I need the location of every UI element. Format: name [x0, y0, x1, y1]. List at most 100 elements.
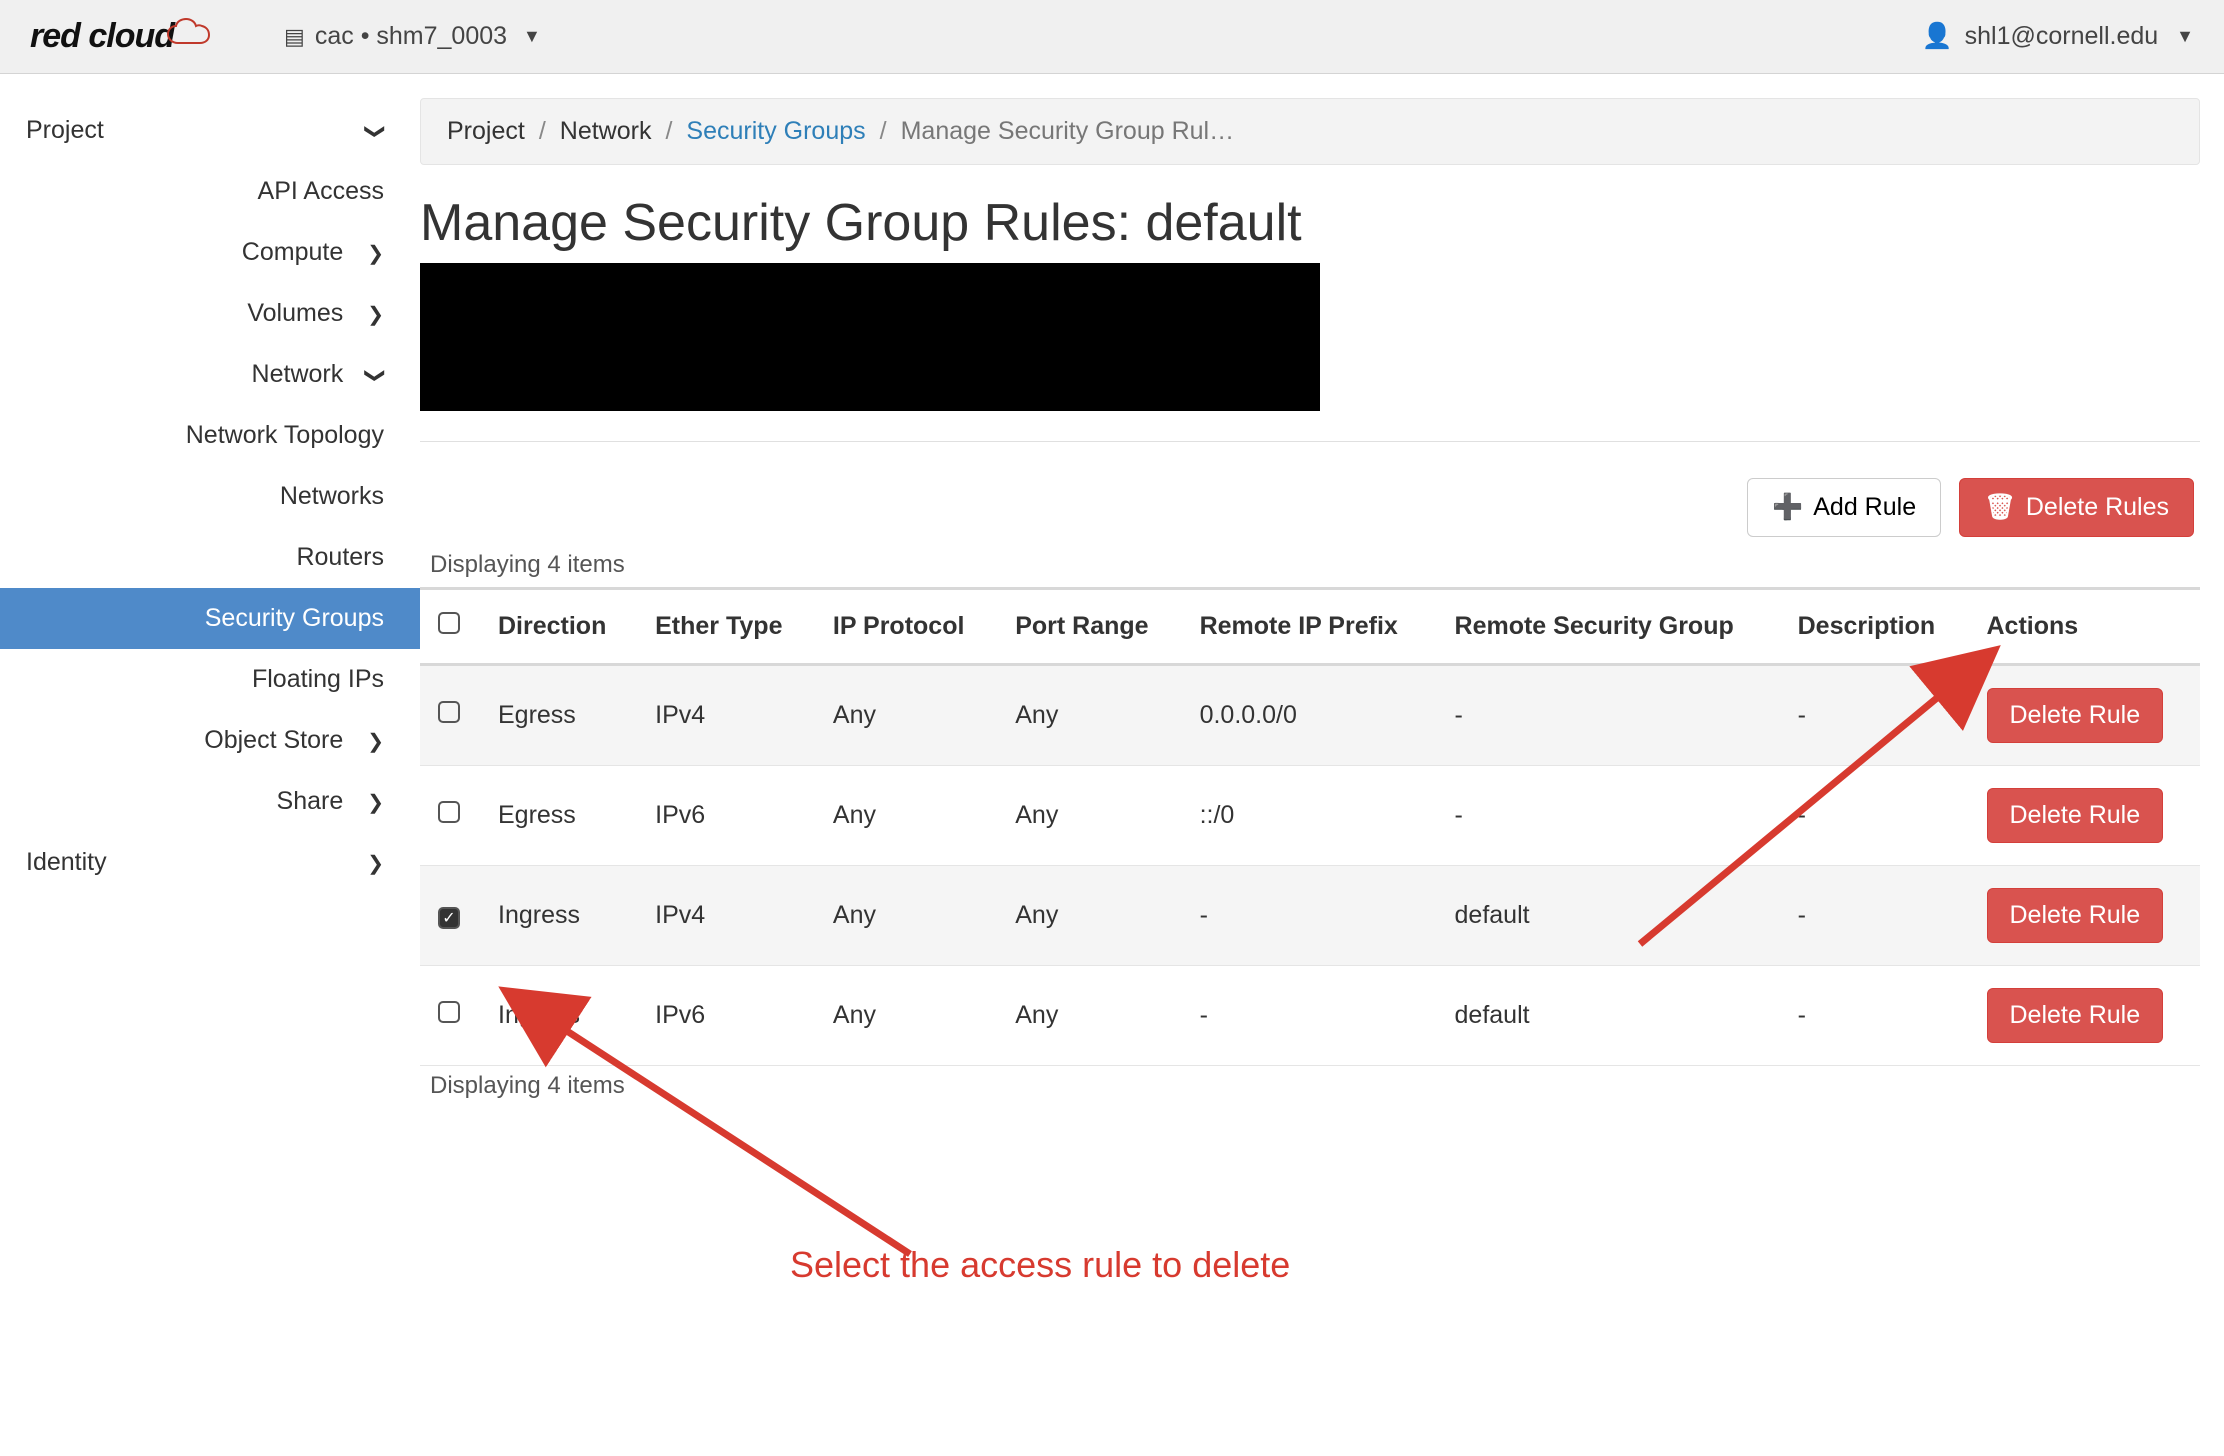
sidebar-label: Network	[252, 360, 344, 389]
chevron-right-icon	[367, 848, 384, 877]
project-switcher[interactable]: ▤ cac • shm7_0003 ▼	[284, 22, 541, 51]
cell-proto: Any	[815, 766, 997, 866]
cell-desc: -	[1780, 665, 1969, 766]
add-rule-label: Add Rule	[1813, 493, 1916, 522]
sidebar-label: Compute	[242, 238, 343, 267]
sidebar-label: Volumes	[247, 299, 343, 328]
chevron-down-icon	[367, 360, 384, 389]
list-icon: ▤	[284, 24, 305, 50]
cell-desc: -	[1780, 966, 1969, 1066]
annotation-label: Select the access rule to delete	[790, 1244, 1290, 1286]
chevron-right-icon	[367, 726, 384, 755]
cell-prefix: -	[1182, 866, 1437, 966]
sidebar-item-volumes[interactable]: Volumes	[0, 283, 420, 344]
sidebar-item-api-access[interactable]: API Access	[0, 161, 420, 222]
row-checkbox[interactable]	[438, 701, 460, 723]
user-label: shl1@cornell.edu	[1965, 22, 2159, 51]
add-rule-button[interactable]: ➕ Add Rule	[1747, 478, 1941, 537]
user-icon: 👤	[1921, 22, 1952, 51]
sidebar-item-network[interactable]: Network	[0, 344, 420, 405]
cell-desc: -	[1780, 766, 1969, 866]
sidebar-group-identity[interactable]: Identity	[0, 832, 420, 893]
chevron-right-icon	[367, 299, 384, 328]
sidebar-label: Identity	[26, 848, 107, 877]
cell-desc: -	[1780, 866, 1969, 966]
cell-ether: IPv6	[637, 966, 815, 1066]
sidebar-label: Share	[277, 787, 344, 816]
main-content: Project / Network / Security Groups / Ma…	[420, 74, 2224, 1456]
cell-ether: IPv4	[637, 665, 815, 766]
cell-direction: Ingress	[480, 966, 637, 1066]
breadcrumb-sep: /	[539, 117, 546, 146]
cell-port: Any	[997, 665, 1181, 766]
breadcrumb-security-groups[interactable]: Security Groups	[686, 117, 865, 146]
table-row: ✓IngressIPv4AnyAny-default-Delete Rule	[420, 866, 2200, 966]
logo: red cloud	[30, 17, 224, 56]
sidebar: Project API Access Compute Volumes Netwo…	[0, 74, 420, 1456]
delete-rules-button[interactable]: 🗑 Delete Rules	[1959, 478, 2194, 537]
sidebar-label: Routers	[296, 543, 384, 572]
logo-cloud: cloud	[88, 17, 174, 55]
breadcrumb-project[interactable]: Project	[447, 117, 525, 146]
cell-direction: Egress	[480, 665, 637, 766]
sidebar-item-network-topology[interactable]: Network Topology	[0, 405, 420, 466]
cell-rsg: default	[1437, 966, 1780, 1066]
delete-rule-button[interactable]: Delete Rule	[1987, 788, 2164, 843]
cell-port: Any	[997, 866, 1181, 966]
select-all-checkbox[interactable]	[438, 612, 460, 634]
sidebar-label: Object Store	[204, 726, 343, 755]
sidebar-item-security-groups[interactable]: Security Groups	[0, 588, 420, 649]
cell-direction: Ingress	[480, 866, 637, 966]
cell-direction: Egress	[480, 766, 637, 866]
logo-red: red	[30, 17, 80, 55]
cell-rsg: default	[1437, 866, 1780, 966]
sidebar-label: Project	[26, 116, 104, 145]
breadcrumb-sep: /	[665, 117, 672, 146]
cell-prefix: ::/0	[1182, 766, 1437, 866]
col-actions: Actions	[1969, 589, 2201, 665]
sidebar-item-floating-ips[interactable]: Floating IPs	[0, 649, 420, 710]
table-toolbar: ➕ Add Rule 🗑 Delete Rules	[420, 478, 2200, 537]
divider	[420, 441, 2200, 442]
delete-rule-button[interactable]: Delete Rule	[1987, 688, 2164, 743]
cell-port: Any	[997, 966, 1181, 1066]
displaying-count-top: Displaying 4 items	[430, 551, 2200, 579]
row-checkbox[interactable]	[438, 1001, 460, 1023]
col-description: Description	[1780, 589, 1969, 665]
plus-icon: ➕	[1772, 493, 1803, 522]
sidebar-item-share[interactable]: Share	[0, 771, 420, 832]
sidebar-item-object-store[interactable]: Object Store	[0, 710, 420, 771]
col-ip-protocol: IP Protocol	[815, 589, 997, 665]
sidebar-group-project[interactable]: Project	[0, 100, 420, 161]
rules-table: Direction Ether Type IP Protocol Port Ra…	[420, 587, 2200, 1066]
chevron-down-icon	[367, 116, 384, 145]
chevron-right-icon	[367, 238, 384, 267]
col-remote-ip-prefix: Remote IP Prefix	[1182, 589, 1437, 665]
caret-down-icon: ▼	[523, 26, 541, 47]
row-checkbox[interactable]	[438, 801, 460, 823]
breadcrumb-sep: /	[880, 117, 887, 146]
project-switcher-label: cac • shm7_0003	[315, 22, 507, 51]
table-row: EgressIPv4AnyAny0.0.0.0/0--Delete Rule	[420, 665, 2200, 766]
sidebar-item-networks[interactable]: Networks	[0, 466, 420, 527]
delete-rules-label: Delete Rules	[2026, 493, 2169, 522]
delete-rule-button[interactable]: Delete Rule	[1987, 888, 2164, 943]
sidebar-item-routers[interactable]: Routers	[0, 527, 420, 588]
cell-ether: IPv4	[637, 866, 815, 966]
breadcrumb-current: Manage Security Group Rul…	[901, 117, 1234, 146]
displaying-count-bottom: Displaying 4 items	[430, 1072, 2200, 1100]
row-checkbox[interactable]: ✓	[438, 907, 460, 929]
cell-proto: Any	[815, 966, 997, 1066]
cell-proto: Any	[815, 866, 997, 966]
breadcrumb: Project / Network / Security Groups / Ma…	[420, 98, 2200, 165]
table-row: EgressIPv6AnyAny::/0--Delete Rule	[420, 766, 2200, 866]
cell-ether: IPv6	[637, 766, 815, 866]
delete-rule-button[interactable]: Delete Rule	[1987, 988, 2164, 1043]
col-ether-type: Ether Type	[637, 589, 815, 665]
sidebar-item-compute[interactable]: Compute	[0, 222, 420, 283]
caret-down-icon: ▼	[2176, 26, 2194, 47]
topbar: red cloud ▤ cac • shm7_0003 ▼ 👤 shl1@cor…	[0, 0, 2224, 74]
user-menu[interactable]: 👤 shl1@cornell.edu ▼	[1921, 22, 2194, 51]
breadcrumb-network[interactable]: Network	[560, 117, 652, 146]
col-remote-sg: Remote Security Group	[1437, 589, 1780, 665]
